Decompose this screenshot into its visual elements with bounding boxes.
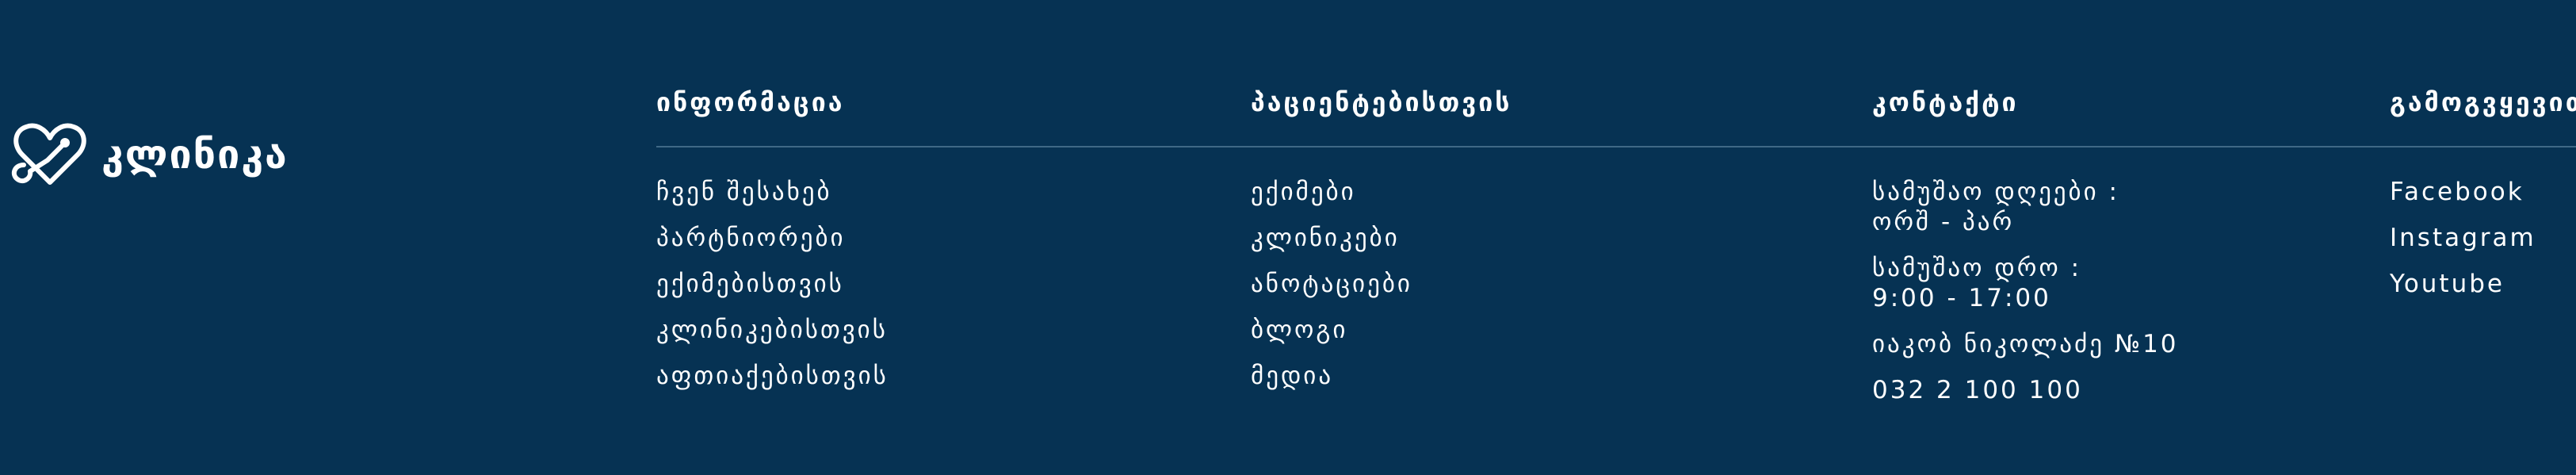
footer-link-for-pharmacies[interactable]: აფთიაქებისთვის xyxy=(656,362,889,390)
footer-link-about[interactable]: ჩვენ შესახებ xyxy=(656,178,832,206)
working-hours: სამუშაო დრო : 9:00 - 17:00 xyxy=(1872,253,2179,313)
footer-link-blog[interactable]: ბლოგი xyxy=(1251,316,1347,344)
footer-link-partners[interactable]: პარტნიორები xyxy=(656,224,846,252)
working-days-label: სამუშაო დღეები : xyxy=(1872,178,2119,206)
heart-stethoscope-icon xyxy=(11,123,86,185)
contact-column: კონტაქტი სამუშაო დღეები : ორშ - პარ სამუ… xyxy=(1872,83,2177,404)
brand-logo-link[interactable]: კლინიკა xyxy=(6,119,289,190)
working-hours-label: სამუშაო დრო : xyxy=(1872,254,2082,282)
address-text: იაკობ ნიკოლაძე №10 xyxy=(1872,330,2179,358)
phone-link[interactable]: 032 2 100 100 xyxy=(1872,376,2083,404)
footer-link-for-doctors[interactable]: ექიმებისთვის xyxy=(656,270,844,298)
info-column-title: ინფორმაცია xyxy=(656,87,845,117)
footer-link-for-clinics[interactable]: კლინიკებისთვის xyxy=(656,316,888,344)
social-column: გამოგვყევით Facebook Instagram Youtube xyxy=(2390,83,2576,298)
working-hours-value: 9:00 - 17:00 xyxy=(1872,284,2051,312)
contact-info-list: სამუშაო დღეები : ორშ - პარ სამუშაო დრო :… xyxy=(1872,177,2179,421)
patients-link-list: ექიმები კლინიკები ანოტაციები ბლოგი მედია xyxy=(1251,177,1412,407)
patients-column: პაციენტებისთვის ექიმები კლინიკები ანოტაც… xyxy=(1251,83,1512,390)
footer-link-media[interactable]: მედია xyxy=(1251,362,1333,390)
social-column-title: გამოგვყევით xyxy=(2390,87,2576,117)
contact-column-title: კონტაქტი xyxy=(1872,87,2019,117)
facebook-link[interactable]: Facebook xyxy=(2390,178,2524,206)
social-link-list: Facebook Instagram Youtube xyxy=(2390,177,2536,315)
info-column: ინფორმაცია ჩვენ შესახებ პარტნიორები ექიმ… xyxy=(656,83,886,390)
patients-column-title: პაციენტებისთვის xyxy=(1251,87,1512,117)
footer-link-annotations[interactable]: ანოტაციები xyxy=(1251,270,1412,298)
footer-link-doctors[interactable]: ექიმები xyxy=(1251,178,1356,206)
instagram-link[interactable]: Instagram xyxy=(2390,224,2536,252)
youtube-link[interactable]: Youtube xyxy=(2390,270,2505,298)
working-days-value: ორშ - პარ xyxy=(1872,208,2015,236)
footer-divider xyxy=(656,146,2576,147)
footer-link-clinics[interactable]: კლინიკები xyxy=(1251,224,1400,252)
info-link-list: ჩვენ შესახებ პარტნიორები ექიმებისთვის კლ… xyxy=(656,177,889,407)
site-footer: კლინიკა ინფორმაცია ჩვენ შესახებ პარტნიორ… xyxy=(0,0,2576,475)
working-days: სამუშაო დღეები : ორშ - პარ xyxy=(1872,177,2179,237)
brand-name: კლინიკა xyxy=(101,132,289,178)
